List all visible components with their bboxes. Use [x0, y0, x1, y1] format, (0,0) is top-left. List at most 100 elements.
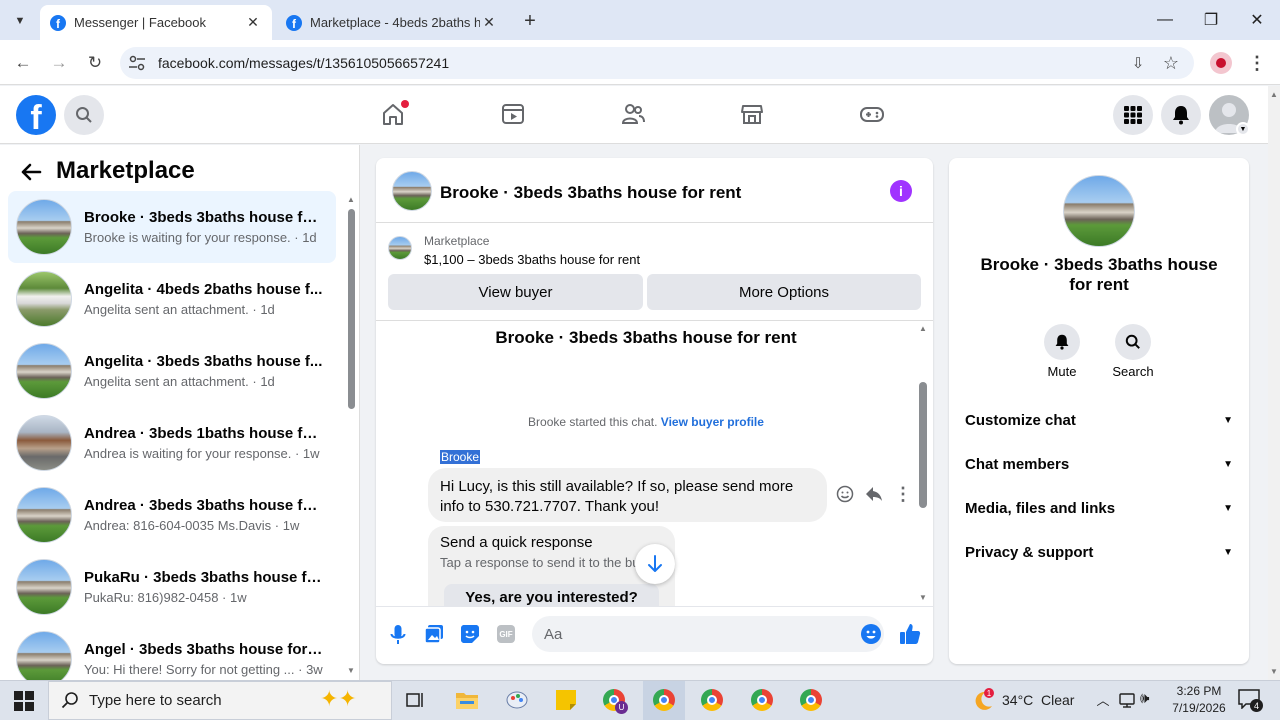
- page-scrollbar[interactable]: ▲ ▼: [1268, 86, 1280, 680]
- gaming-icon[interactable]: [856, 98, 888, 130]
- reply-icon[interactable]: [864, 484, 884, 504]
- conversation-name: Andrea · 3beds 3baths house for...: [84, 497, 324, 514]
- photo-icon[interactable]: [424, 625, 443, 644]
- sticky-notes-icon[interactable]: [552, 686, 580, 714]
- listing-source: Marketplace: [424, 234, 490, 248]
- tray-chevron-up-icon[interactable]: ︿: [1095, 690, 1111, 708]
- conversation-item[interactable]: Angelita · 4beds 2baths house f... Angeli…: [8, 263, 336, 335]
- thread-title: Brooke · 3beds 3baths house for rent: [495, 328, 797, 347]
- file-explorer-icon[interactable]: [453, 686, 481, 714]
- tab-search-chevron-icon[interactable]: ▼: [8, 10, 32, 32]
- view-buyer-profile-link[interactable]: View buyer profile: [661, 415, 764, 429]
- sticker-icon[interactable]: [461, 625, 479, 643]
- microphone-icon[interactable]: [390, 625, 406, 645]
- menu-grid-icon[interactable]: [1113, 95, 1153, 135]
- weather-temperature[interactable]: 34°C: [1002, 692, 1033, 708]
- conversation-name: Angelita · 3beds 3baths house f...: [84, 353, 323, 370]
- media-files-links-section[interactable]: Media, files and links ▼: [965, 496, 1233, 520]
- bookmark-star-icon[interactable]: ☆: [1160, 52, 1182, 74]
- notification-center-icon[interactable]: 4: [1238, 689, 1263, 712]
- address-bar[interactable]: facebook.com/messages/t/1356105056657241: [120, 47, 1194, 79]
- listing-price[interactable]: $1,100 – 3beds 3baths house for rent: [424, 252, 640, 267]
- conversation-preview: Andrea: 816-604-0035 Ms.Davis · 1w: [84, 518, 300, 533]
- divider: [376, 606, 933, 607]
- back-icon[interactable]: ←: [11, 52, 35, 74]
- privacy-support-section[interactable]: Privacy & support ▼: [965, 540, 1233, 564]
- browser-menu-icon[interactable]: ⋮: [1246, 52, 1268, 74]
- chrome-profile-u-icon[interactable]: U: [600, 686, 628, 714]
- network-icon[interactable]: [1118, 691, 1136, 709]
- chrome-profile-4-icon[interactable]: [797, 686, 825, 714]
- conversation-details-panel: Brooke · 3beds 3baths house for rent Mut…: [949, 158, 1249, 664]
- bell-icon: [1055, 334, 1069, 350]
- conversation-item[interactable]: Andrea · 3beds 1baths house for... Andrea…: [8, 407, 336, 479]
- marketplace-icon[interactable]: [736, 98, 768, 130]
- conversation-info-icon[interactable]: i: [890, 180, 912, 202]
- panel-title: Marketplace: [56, 157, 195, 184]
- chrome-active-icon[interactable]: [650, 686, 678, 714]
- message-input[interactable]: Aa: [532, 616, 884, 652]
- taskbar-clock[interactable]: 3:26 PM 7/19/2026: [1166, 683, 1232, 717]
- windows-start-icon[interactable]: [14, 691, 34, 711]
- home-icon[interactable]: [377, 98, 409, 130]
- listing-thumbnail[interactable]: [388, 236, 412, 260]
- conversation-preview: Brooke is waiting for your response. · 1…: [84, 230, 317, 245]
- conversation-item[interactable]: Andrea · 3beds 3baths house for... Andrea…: [8, 479, 336, 551]
- account-chevron-down-icon[interactable]: ▼: [1236, 122, 1250, 136]
- chat-scrollbar[interactable]: ▲ ▼: [917, 324, 929, 602]
- restore-icon[interactable]: ❐: [1188, 0, 1234, 40]
- more-actions-icon[interactable]: ⋮: [894, 484, 912, 504]
- react-emoji-icon[interactable]: [836, 485, 856, 505]
- profile-avatar-icon[interactable]: [1210, 52, 1232, 74]
- forward-icon[interactable]: →: [47, 52, 71, 74]
- volume-icon[interactable]: 🕪: [1140, 690, 1160, 710]
- search-icon[interactable]: [64, 95, 104, 135]
- message-bubble[interactable]: Hi Lucy, is this still available? If so,…: [428, 468, 827, 522]
- notification-dot: [401, 100, 409, 108]
- chrome-profile-3-icon[interactable]: [748, 686, 776, 714]
- search-in-conversation-button[interactable]: [1115, 324, 1151, 360]
- chat-members-section[interactable]: Chat members ▼: [965, 452, 1233, 476]
- site-info-icon[interactable]: [128, 55, 146, 71]
- chat-header-avatar[interactable]: [392, 171, 432, 211]
- customize-chat-section[interactable]: Customize chat ▼: [965, 408, 1233, 432]
- friends-icon[interactable]: [617, 98, 649, 130]
- weather-condition[interactable]: Clear: [1041, 692, 1074, 708]
- paint-app-icon[interactable]: [503, 686, 531, 714]
- conversation-item[interactable]: Angel · 3beds 3baths house for r... You: …: [8, 623, 336, 680]
- gif-icon[interactable]: GIF: [497, 625, 515, 643]
- conversation-preview: You: Hi there! Sorry for not getting ...…: [84, 662, 323, 677]
- tab-messenger[interactable]: f Messenger | Facebook ✕: [40, 5, 272, 40]
- chrome-profile-2-icon[interactable]: [698, 686, 726, 714]
- chat-header-title[interactable]: Brooke · 3beds 3baths house for rent: [440, 183, 741, 203]
- minimize-icon[interactable]: —: [1142, 0, 1188, 40]
- more-options-button[interactable]: More Options: [647, 274, 921, 310]
- tab-marketplace[interactable]: f Marketplace - 4beds 2baths ho ✕: [276, 5, 508, 40]
- close-tab-icon[interactable]: ✕: [244, 14, 262, 31]
- back-arrow-icon[interactable]: [20, 161, 42, 183]
- task-view-icon[interactable]: [402, 686, 430, 714]
- close-tab-icon[interactable]: ✕: [480, 14, 498, 31]
- chat-started-text: Brooke started this chat.: [528, 415, 658, 429]
- conversation-item[interactable]: Brooke · 3beds 3baths house for... Brooke…: [8, 191, 336, 263]
- facebook-logo-icon[interactable]: f: [16, 95, 56, 135]
- emoji-icon[interactable]: [861, 624, 881, 644]
- reload-icon[interactable]: ↻: [83, 52, 107, 74]
- conversation-list-scrollbar[interactable]: ▲ ▼: [346, 195, 356, 675]
- notification-count-badge: 4: [1250, 699, 1263, 712]
- conversation-item[interactable]: Angelita · 3beds 3baths house f... Angeli…: [8, 335, 336, 407]
- video-icon[interactable]: [497, 98, 529, 130]
- window-close-icon[interactable]: ✕: [1234, 0, 1280, 40]
- view-buyer-button[interactable]: View buyer: [388, 274, 643, 310]
- weather-icon[interactable]: 1: [970, 688, 996, 712]
- install-app-icon[interactable]: ⇩: [1128, 53, 1148, 73]
- new-tab-icon[interactable]: +: [518, 10, 542, 32]
- notifications-bell-icon[interactable]: [1161, 95, 1201, 135]
- conversation-item[interactable]: PukaRu · 3beds 3baths house fo... PukaRu:…: [8, 551, 336, 623]
- thumbs-up-icon[interactable]: [899, 623, 921, 645]
- scroll-to-bottom-button[interactable]: [635, 544, 675, 584]
- quick-response-option[interactable]: Yes, are you interested?: [444, 584, 659, 606]
- chat-started-notice: Brooke started this chat. View buyer pro…: [376, 415, 916, 429]
- profile-avatar[interactable]: [1063, 175, 1135, 247]
- mute-button[interactable]: [1044, 324, 1080, 360]
